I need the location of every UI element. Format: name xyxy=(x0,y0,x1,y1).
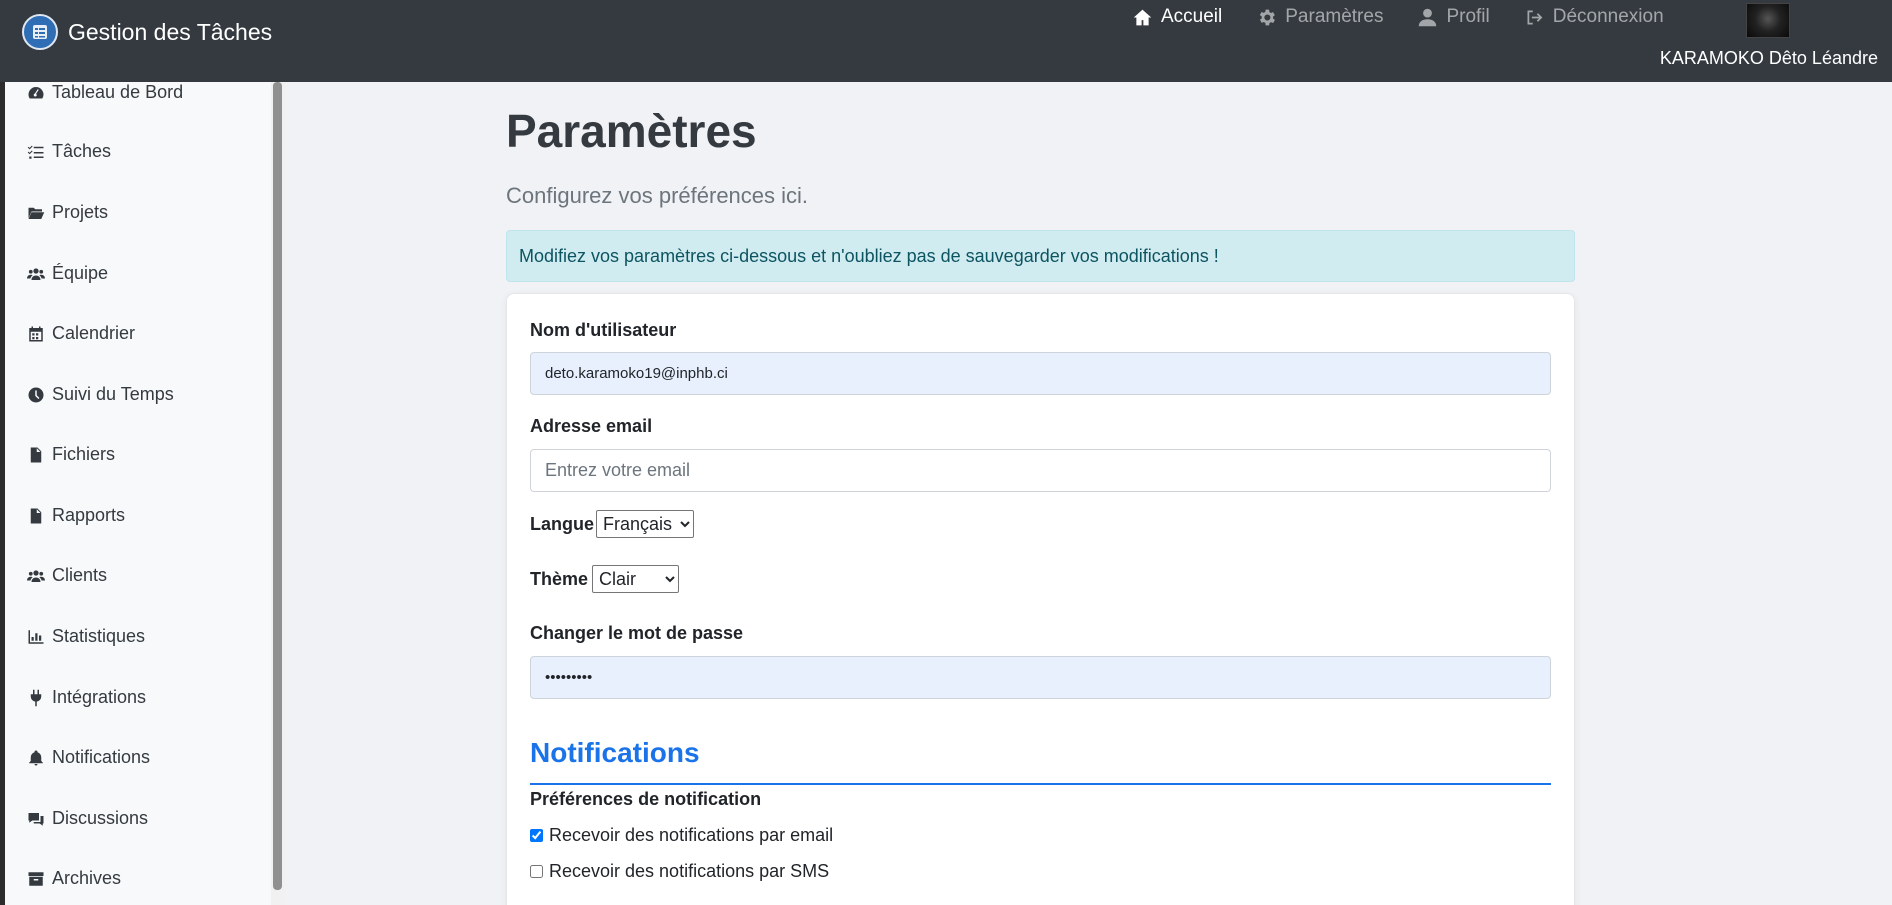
email-field[interactable] xyxy=(530,449,1551,492)
sidebar-item-label: Clients xyxy=(52,565,108,585)
section-divider xyxy=(530,783,1551,785)
sidebar-item-discussions[interactable]: Discussions xyxy=(27,808,148,829)
app-title: Gestion des Tâches xyxy=(68,18,273,45)
plug-icon xyxy=(30,689,42,706)
email-notification-checkbox[interactable] xyxy=(530,829,543,842)
username-label: Nom d'utilisateur xyxy=(530,320,677,340)
gear-icon xyxy=(1260,9,1276,25)
home-icon xyxy=(1133,9,1152,25)
sms-notification-option[interactable]: Recevoir des notifications par SMS xyxy=(530,861,829,882)
users-icon xyxy=(27,569,45,582)
theme-select[interactable]: Clair xyxy=(592,565,679,593)
file-text-icon xyxy=(30,508,42,523)
sidebar-item-label: Équipe xyxy=(52,263,109,283)
sidebar-item-label: Rapports xyxy=(52,505,126,525)
nav-link-profil[interactable]: Profil xyxy=(1417,6,1490,28)
notification-preferences-label: Préférences de notification xyxy=(530,789,762,809)
app-logo-icon xyxy=(22,14,58,50)
sidebar-item-equipe[interactable]: Équipe xyxy=(27,263,108,284)
nav-link-label: Déconnexion xyxy=(1552,6,1664,27)
password-field[interactable] xyxy=(530,656,1551,699)
sidebar-item-fichiers[interactable]: Fichiers xyxy=(27,444,115,465)
comments-icon xyxy=(28,812,44,826)
email-notification-label: Recevoir des notifications par email xyxy=(549,825,834,845)
chart-icon xyxy=(28,629,44,644)
sidebar-item-taches[interactable]: Tâches xyxy=(27,141,111,162)
page-title: Paramètres xyxy=(506,105,757,157)
nav-link-parametres[interactable]: Paramètres xyxy=(1256,6,1383,28)
password-label: Changer le mot de passe xyxy=(530,623,744,643)
user-icon xyxy=(1419,8,1437,26)
info-alert: Modifiez vos paramètres ci-dessous et n'… xyxy=(506,230,1575,282)
bell-icon xyxy=(29,750,43,765)
sidebar-item-label: Suivi du Temps xyxy=(52,384,174,404)
top-navbar: Gestion des Tâches Accueil Paramètres Pr… xyxy=(0,0,1892,82)
email-notification-option[interactable]: Recevoir des notifications par email xyxy=(530,825,833,846)
top-nav: Accueil Paramètres Profil Déconnexion xyxy=(1132,6,1664,28)
sidebar-item-suivi-du-temps[interactable]: Suivi du Temps xyxy=(27,384,174,405)
brand[interactable]: Gestion des Tâches xyxy=(22,14,272,50)
sidebar-item-clients[interactable]: Clients xyxy=(27,565,107,586)
sidebar-item-integrations[interactable]: Intégrations xyxy=(27,687,146,708)
nav-link-label: Accueil xyxy=(1161,6,1223,27)
sidebar-item-label: Statistiques xyxy=(52,626,146,646)
sidebar-item-label: Calendrier xyxy=(52,323,136,343)
sidebar-item-label: Tableau de Bord xyxy=(52,82,184,102)
sidebar-item-label: Notifications xyxy=(52,747,151,767)
sidebar-item-statistiques[interactable]: Statistiques xyxy=(27,626,145,647)
sidebar-item-label: Intégrations xyxy=(52,687,147,707)
sidebar-item-label: Tâches xyxy=(52,141,112,161)
nav-link-label: Profil xyxy=(1446,6,1490,27)
page-subtitle: Configurez vos préférences ici. xyxy=(506,183,809,208)
user-name: KARAMOKO Dêto Léandre xyxy=(1659,48,1878,68)
sidebar-item-label: Archives xyxy=(52,868,122,888)
language-label: Langue xyxy=(530,514,595,534)
sidebar-item-label: Projets xyxy=(52,202,109,222)
logout-icon xyxy=(1527,10,1543,24)
file-icon xyxy=(30,447,42,462)
sidebar-item-calendrier[interactable]: Calendrier xyxy=(27,323,135,344)
sms-notification-checkbox[interactable] xyxy=(530,865,543,878)
sidebar-item-projets[interactable]: Projets xyxy=(27,202,108,223)
language-select[interactable]: Français xyxy=(596,510,694,538)
folder-open-icon xyxy=(28,207,45,219)
sidebar-item-tableau-de-bord[interactable]: Tableau de Bord xyxy=(27,82,183,103)
clock-icon xyxy=(28,387,44,402)
task-list-icon xyxy=(27,145,44,159)
nav-link-deconnexion[interactable]: Déconnexion xyxy=(1524,6,1664,28)
sidebar-item-archives[interactable]: Archives xyxy=(27,868,121,889)
calendar-icon xyxy=(29,326,43,341)
sidebar-item-rapports[interactable]: Rapports xyxy=(27,505,125,526)
sidebar-scrollbar-thumb[interactable] xyxy=(273,82,282,890)
theme-label: Thème xyxy=(530,569,589,589)
dashboard-icon xyxy=(28,86,44,98)
sidebar-item-notifications[interactable]: Notifications xyxy=(27,747,150,768)
avatar[interactable] xyxy=(1746,3,1790,38)
username-field[interactable] xyxy=(530,352,1551,395)
sms-notification-label: Recevoir des notifications par SMS xyxy=(549,861,830,881)
notifications-section-title: Notifications xyxy=(530,737,700,768)
users-icon xyxy=(27,267,45,280)
nav-link-label: Paramètres xyxy=(1285,6,1384,27)
email-label: Adresse email xyxy=(530,416,653,436)
sidebar: Tableau de Bord Tâches Projets Équipe Ca… xyxy=(5,82,271,905)
sidebar-item-label: Discussions xyxy=(52,808,149,828)
sidebar-item-label: Fichiers xyxy=(52,444,116,464)
nav-link-accueil[interactable]: Accueil xyxy=(1132,6,1222,28)
archive-icon xyxy=(28,871,44,886)
